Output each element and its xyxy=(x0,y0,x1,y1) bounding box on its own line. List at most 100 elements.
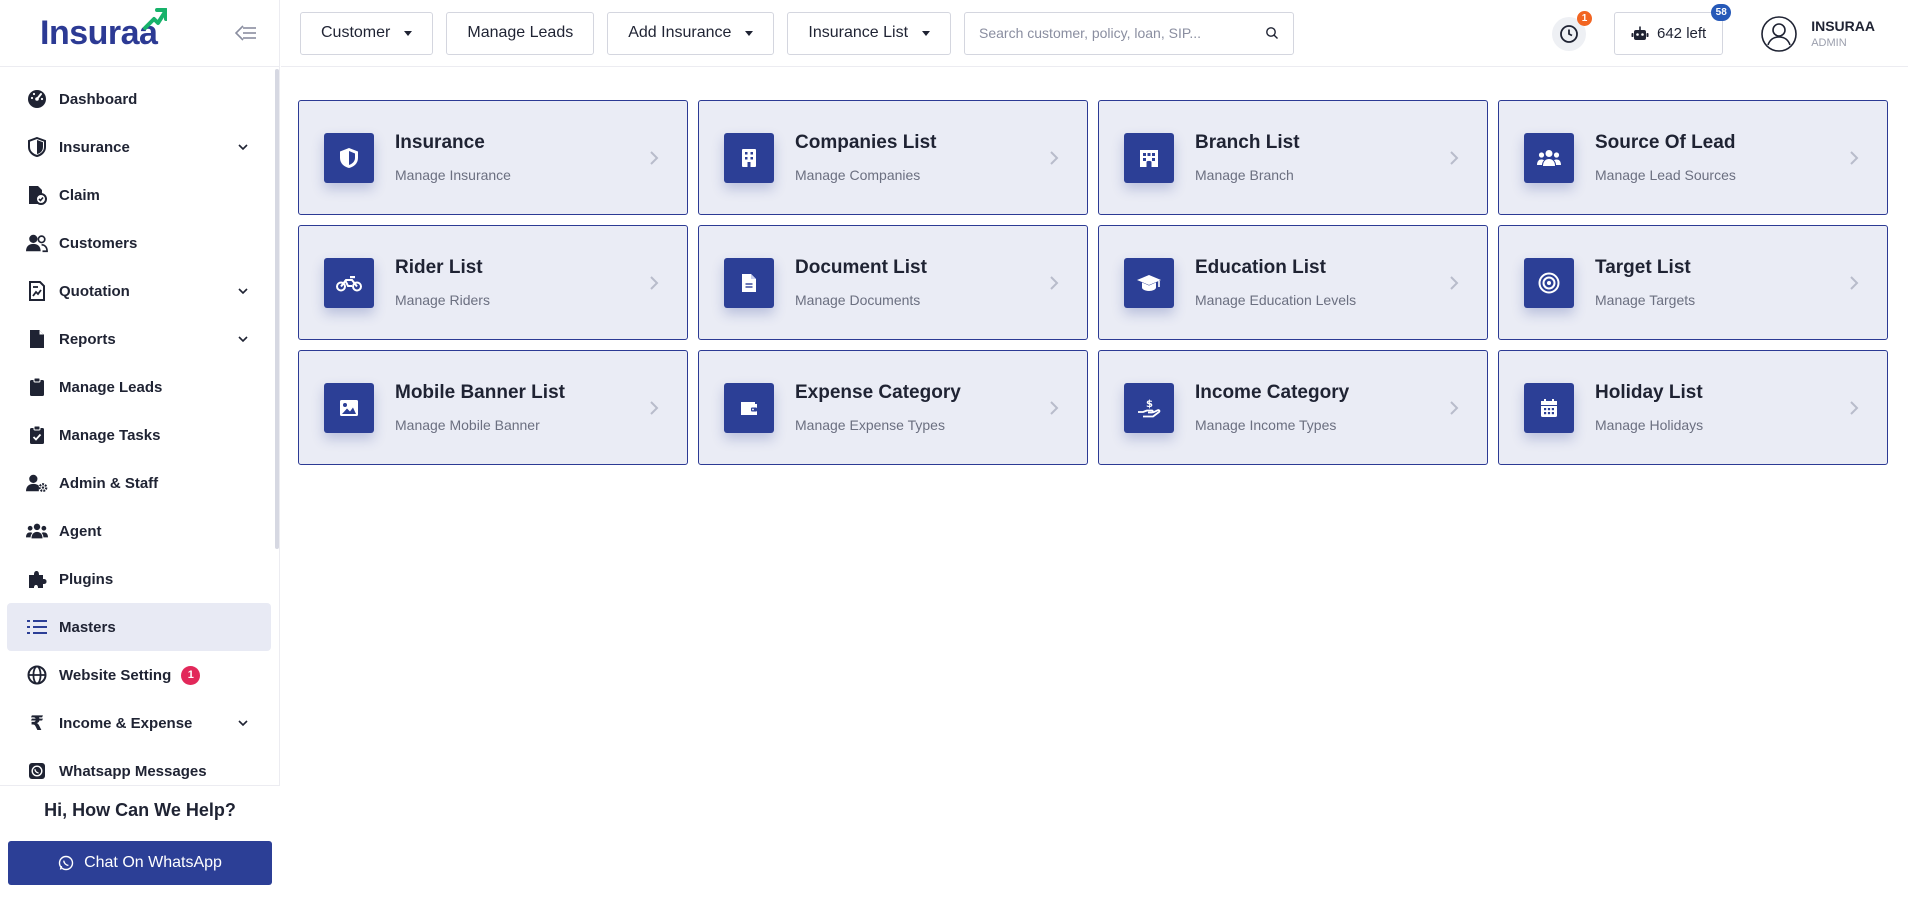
insurance-list-dropdown[interactable]: Insurance List xyxy=(787,11,952,55)
card-subtitle: Manage Mobile Banner xyxy=(395,417,540,433)
sidebar-item-label: Reports xyxy=(59,330,116,348)
quotation-icon xyxy=(26,280,48,302)
sidebar-item-reports[interactable]: Reports xyxy=(7,315,271,363)
sidebar-item-income-expense[interactable]: ₹ Income & Expense xyxy=(7,699,271,747)
sidebar-item-quotation[interactable]: Quotation xyxy=(7,267,271,315)
sidebar-item-insurance[interactable]: Insurance xyxy=(7,123,271,171)
shield-icon xyxy=(26,136,48,158)
chevron-down-icon xyxy=(238,336,248,343)
search-icon[interactable] xyxy=(1265,26,1279,40)
brand-logo-text: Insuraa xyxy=(40,13,158,52)
sidebar-item-manage-leads[interactable]: Manage Leads xyxy=(7,363,271,411)
card-title: Companies List xyxy=(795,132,937,153)
sidebar-item-dashboard[interactable]: Dashboard xyxy=(7,75,271,123)
sidebar-item-label: Customers xyxy=(59,234,138,252)
card-rider-list[interactable]: Rider List Manage Riders xyxy=(298,225,688,340)
global-search xyxy=(964,11,1295,55)
manage-leads-label: Manage Leads xyxy=(467,24,574,41)
clock-icon xyxy=(1560,24,1578,43)
reminders-button[interactable]: 1 xyxy=(1552,10,1592,51)
caret-down-icon xyxy=(745,30,754,36)
sidebar-item-agent[interactable]: Agent xyxy=(7,507,271,555)
sidebar-item-plugins[interactable]: Plugins xyxy=(7,555,271,603)
chevron-right-icon xyxy=(1450,150,1459,165)
top-bar: Customer Manage Leads Add Insurance Insu… xyxy=(281,0,1908,67)
search-input[interactable] xyxy=(979,25,1266,41)
card-companies-list[interactable]: Companies List Manage Companies xyxy=(698,100,1088,215)
brand-logo[interactable]: Insuraa xyxy=(40,7,168,53)
card-title: Mobile Banner List xyxy=(395,382,565,403)
help-title: Hi, How Can We Help? xyxy=(44,800,236,820)
sidebar-item-label: Agent xyxy=(59,522,102,540)
sidebar-item-label: Manage Leads xyxy=(59,378,163,396)
card-title: Education List xyxy=(1195,257,1326,278)
card-title: Target List xyxy=(1595,257,1691,278)
chevron-right-icon xyxy=(650,275,659,290)
wallet-icon xyxy=(724,382,774,433)
card-income-category[interactable]: $ Income Category Manage Income Types xyxy=(1098,350,1488,465)
sidebar-item-label: Admin & Staff xyxy=(59,474,159,492)
chevron-right-icon xyxy=(1050,275,1059,290)
sidebar-scrollbar[interactable] xyxy=(275,69,279,549)
whatsapp-icon xyxy=(58,855,74,871)
sidebar-nav: Dashboard Insurance Claim Customers Quot… xyxy=(0,67,279,785)
card-source-of-lead[interactable]: Source Of Lead Manage Lead Sources xyxy=(1498,100,1888,215)
card-subtitle: Manage Riders xyxy=(395,292,490,308)
svg-text:$: $ xyxy=(1146,399,1153,410)
card-subtitle: Manage Targets xyxy=(1595,292,1696,308)
card-title: Income Category xyxy=(1195,382,1350,403)
ai-credits-button[interactable]: 642 left 58 xyxy=(1614,4,1732,55)
sidebar-collapse-icon[interactable] xyxy=(233,20,259,46)
user-name: INSURAA xyxy=(1811,18,1875,34)
chevron-right-icon xyxy=(1850,400,1859,415)
card-title: Document List xyxy=(795,257,927,278)
claim-document-icon xyxy=(26,184,48,206)
sidebar-item-whatsapp-messages[interactable]: Whatsapp Messages xyxy=(7,747,271,785)
card-education-list[interactable]: Education List Manage Education Levels xyxy=(1098,225,1488,340)
website-setting-badge: 1 xyxy=(181,665,201,685)
sidebar-item-website-setting[interactable]: Website Setting 1 xyxy=(7,651,271,699)
branch-building-icon xyxy=(1124,132,1174,183)
sidebar-item-claim[interactable]: Claim xyxy=(7,171,271,219)
card-branch-list[interactable]: Branch List Manage Branch xyxy=(1098,100,1488,215)
sidebar-item-label: Plugins xyxy=(59,570,114,588)
sidebar-item-label: Dashboard xyxy=(59,90,138,108)
chevron-right-icon xyxy=(1450,275,1459,290)
calendar-icon xyxy=(1524,382,1574,433)
sidebar-item-customers[interactable]: Customers xyxy=(7,219,271,267)
globe-icon xyxy=(26,664,48,686)
card-subtitle: Manage Insurance xyxy=(395,167,511,183)
logo-arrow-icon xyxy=(143,7,168,30)
whatsapp-icon xyxy=(26,760,48,782)
customer-dropdown[interactable]: Customer xyxy=(300,11,434,55)
card-target-list[interactable]: Target List Manage Targets xyxy=(1498,225,1888,340)
card-mobile-banner-list[interactable]: Mobile Banner List Manage Mobile Banner xyxy=(298,350,688,465)
sidebar-item-label: Website Setting xyxy=(59,666,172,684)
chevron-right-icon xyxy=(650,150,659,165)
chat-on-whatsapp-label: Chat On WhatsApp xyxy=(84,854,222,871)
sidebar-item-manage-tasks[interactable]: Manage Tasks xyxy=(7,411,271,459)
card-holiday-list[interactable]: Holiday List Manage Holidays xyxy=(1498,350,1888,465)
sidebar-item-masters[interactable]: Masters xyxy=(7,603,271,651)
caret-down-icon xyxy=(404,30,413,36)
manage-leads-button[interactable]: Manage Leads xyxy=(446,11,595,55)
add-insurance-label: Add Insurance xyxy=(628,24,732,41)
chat-on-whatsapp-button[interactable]: Chat On WhatsApp xyxy=(8,841,272,885)
sidebar-item-admin-staff[interactable]: Admin & Staff xyxy=(7,459,271,507)
group-icon xyxy=(26,520,48,542)
card-expense-category[interactable]: Expense Category Manage Expense Types xyxy=(698,350,1088,465)
card-subtitle: Manage Lead Sources xyxy=(1595,167,1736,183)
robot-icon xyxy=(1631,26,1649,40)
sidebar-item-label: Whatsapp Messages xyxy=(59,762,207,780)
logo-row: Insuraa xyxy=(0,0,279,67)
card-subtitle: Manage Branch xyxy=(1195,167,1294,183)
add-insurance-dropdown[interactable]: Add Insurance xyxy=(607,11,775,55)
chevron-right-icon xyxy=(650,400,659,415)
card-document-list[interactable]: Document List Manage Documents xyxy=(698,225,1088,340)
card-insurance[interactable]: Insurance Manage Insurance xyxy=(298,100,688,215)
shield-icon xyxy=(324,132,374,183)
card-title: Expense Category xyxy=(795,382,961,403)
user-avatar-icon xyxy=(1761,15,1798,52)
user-menu[interactable]: INSURAA ADMIN xyxy=(1761,15,1875,52)
card-subtitle: Manage Education Levels xyxy=(1195,292,1357,308)
